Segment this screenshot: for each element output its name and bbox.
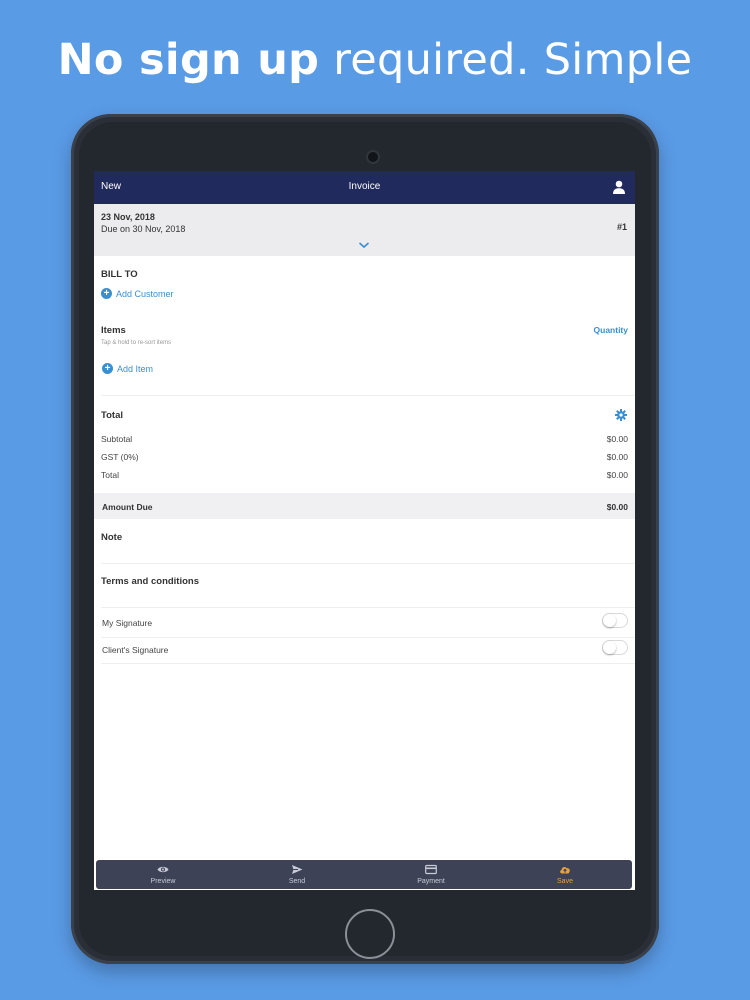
amount-due-row: Amount Due $0.00: [94, 493, 635, 519]
eye-icon: [157, 866, 169, 873]
items-title: Items: [101, 325, 126, 336]
promo-headline: No sign up required. Simple: [0, 34, 750, 86]
tab-label: Send: [288, 878, 306, 885]
tab-label: Payment: [417, 878, 445, 885]
add-item-label: Add Item: [117, 363, 154, 374]
row-label: GST (0%): [101, 452, 139, 462]
tax-row: GST (0%) $0.00: [101, 452, 628, 462]
add-customer-label: Add Customer: [116, 288, 174, 299]
tab-preview[interactable]: Preview: [96, 860, 230, 889]
toggle-knob: [603, 614, 616, 627]
home-button[interactable]: [345, 909, 395, 959]
note-title[interactable]: Note: [101, 532, 122, 543]
plus-circle-icon: +: [102, 363, 113, 374]
subtotal-row: Subtotal $0.00: [101, 434, 628, 444]
tab-label: Preview: [150, 878, 176, 885]
add-item-button[interactable]: + Add Item: [102, 363, 153, 374]
invoice-date: 23 Nov, 2018: [101, 212, 155, 222]
tab-send[interactable]: Send: [230, 860, 364, 889]
items-hint: Tap & hold to re-sort items: [101, 340, 172, 346]
amount-due-value: $0.00: [606, 502, 628, 512]
total-title: Total: [101, 410, 123, 421]
tab-label: Save: [557, 878, 573, 885]
divider: [101, 637, 635, 638]
row-value: $0.00: [606, 452, 628, 462]
terms-title[interactable]: Terms and conditions: [101, 576, 199, 587]
divider: [101, 395, 635, 396]
row-label: Subtotal: [101, 434, 133, 444]
plus-circle-icon: +: [101, 288, 112, 299]
total-row: Total $0.00: [101, 470, 628, 480]
my-signature-toggle[interactable]: [602, 613, 628, 628]
bottom-tab-bar: Preview Send Payment Save: [96, 860, 632, 889]
my-signature-label: My Signature: [102, 618, 153, 628]
gear-icon[interactable]: [615, 409, 627, 421]
user-icon[interactable]: [611, 179, 627, 195]
headline-rest: required. Simple: [319, 35, 693, 85]
my-signature-row: My Signature: [102, 613, 628, 628]
add-customer-button[interactable]: + Add Customer: [101, 288, 174, 299]
nav-bar: New Invoice: [94, 171, 635, 204]
quantity-button[interactable]: Quantity: [594, 325, 628, 335]
divider: [101, 663, 635, 664]
chevron-down-icon[interactable]: [358, 240, 370, 250]
row-value: $0.00: [606, 434, 628, 444]
send-icon: [292, 865, 303, 874]
invoice-number: #1: [616, 222, 627, 232]
row-label: Total: [101, 470, 119, 480]
headline-bold: No sign up: [57, 35, 320, 85]
divider: [101, 563, 635, 564]
card-icon: [425, 864, 437, 875]
app-screen: New Invoice 23 Nov, 2018 Due on 30 Nov, …: [94, 171, 635, 890]
nav-title: Invoice: [348, 181, 381, 192]
divider: [101, 607, 635, 608]
client-signature-row: Client's Signature: [102, 640, 628, 655]
invoice-header[interactable]: 23 Nov, 2018 Due on 30 Nov, 2018 #1: [94, 204, 635, 256]
client-signature-toggle[interactable]: [602, 640, 628, 655]
tab-save[interactable]: Save: [498, 860, 632, 889]
tab-payment[interactable]: Payment: [364, 860, 498, 889]
bill-to-title: BILL TO: [101, 269, 138, 280]
row-value: $0.00: [606, 470, 628, 480]
invoice-due-date: Due on 30 Nov, 2018: [101, 224, 186, 234]
toggle-knob: [603, 641, 616, 654]
cloud-upload-icon: [560, 867, 570, 874]
client-signature-label: Client's Signature: [102, 645, 169, 655]
amount-due-label: Amount Due: [102, 502, 153, 512]
camera-icon: [368, 152, 378, 162]
